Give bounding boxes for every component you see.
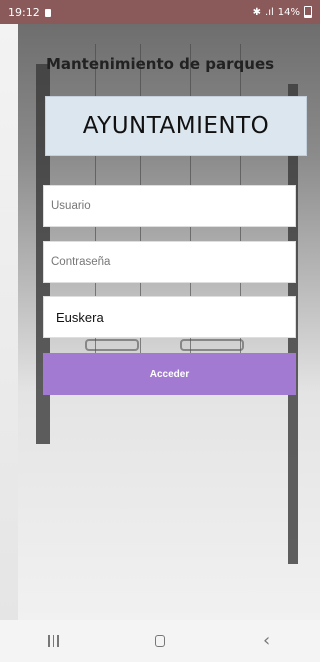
username-input[interactable] — [43, 185, 296, 227]
left-pane — [0, 24, 18, 620]
recent-apps-button[interactable] — [33, 626, 73, 656]
login-button[interactable]: Acceder — [43, 353, 296, 395]
back-icon: ‹ — [263, 630, 271, 651]
organization-badge: AYUNTAMIENTO — [45, 96, 307, 156]
status-left: 19:12 — [8, 6, 51, 19]
home-button[interactable] — [140, 626, 180, 656]
swing-seat — [85, 339, 139, 351]
signal-icon: .ıl — [265, 6, 274, 18]
language-selected-value: Euskera — [56, 309, 104, 325]
status-time: 19:12 — [8, 5, 40, 19]
password-input[interactable] — [43, 241, 296, 283]
lock-icon — [44, 9, 51, 17]
status-right: ✱ .ıl 14% — [253, 6, 312, 18]
page-title: Mantenimiento de parques — [45, 55, 275, 73]
bluetooth-icon: ✱ — [252, 6, 262, 18]
recent-apps-icon — [48, 635, 59, 647]
battery-percent: 14% — [277, 6, 300, 18]
back-button[interactable]: ‹ — [247, 626, 287, 656]
language-select[interactable]: Euskera — [43, 296, 296, 338]
swing-seat — [180, 339, 244, 351]
battery-icon — [304, 6, 312, 18]
navigation-bar: ‹ — [0, 620, 320, 662]
home-icon — [154, 635, 165, 647]
status-bar: 19:12 ✱ .ıl 14% — [0, 0, 320, 24]
